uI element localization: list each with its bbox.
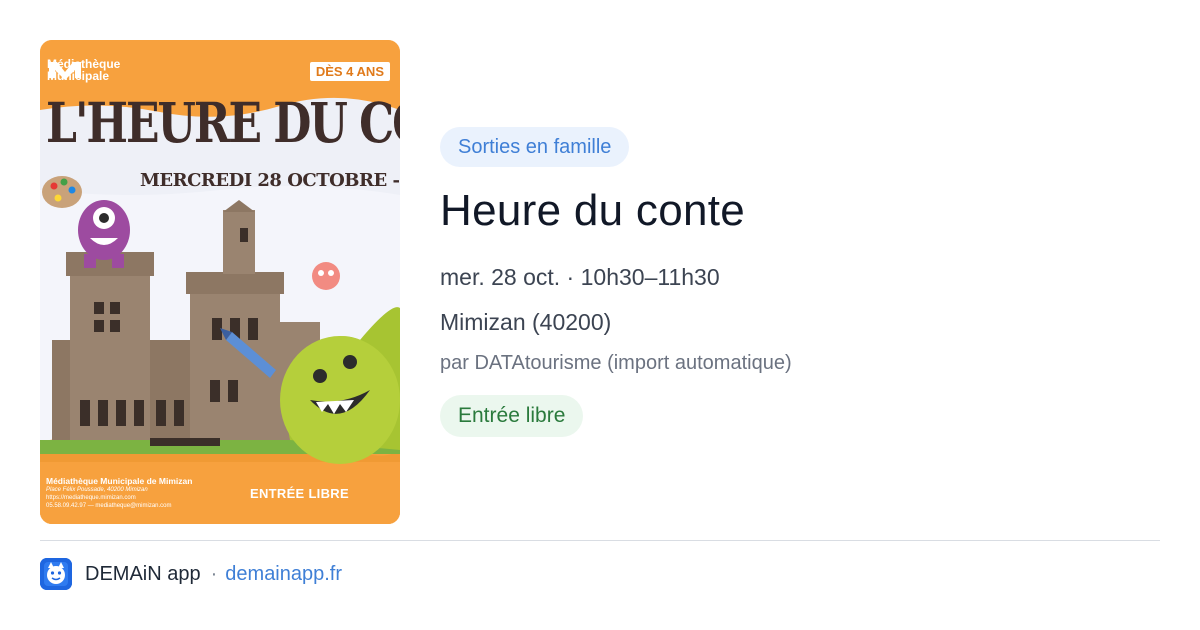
event-location: Mimizan (40200) bbox=[440, 309, 612, 335]
category-badge[interactable]: Sorties en famille bbox=[440, 127, 630, 167]
poster-entry-label: ENTRÉE LIBRE bbox=[250, 486, 349, 501]
app-name: DEMAiN app bbox=[85, 562, 201, 585]
app-website-link[interactable]: demainapp.fr bbox=[225, 563, 342, 586]
event-poster-image: Médiathèque Municipale DÈS 4 ANS L'HEURE… bbox=[40, 40, 400, 524]
footer-separator: · bbox=[210, 562, 218, 585]
price-badge: Entrée libre bbox=[440, 395, 584, 437]
footer: DEMAiN app · demainapp.fr bbox=[40, 558, 342, 590]
poster-headline: L'HEURE DU CONTE bbox=[46, 92, 400, 156]
poster-age-badge: DÈS 4 ANS bbox=[309, 62, 390, 81]
mediatheque-logo-icon bbox=[49, 62, 81, 80]
event-datetime: mer. 28 oct. · 10h30–11h30 bbox=[440, 264, 720, 290]
footer-divider bbox=[40, 540, 1160, 541]
poster-venue-contact: 05.58.09.42.97 — mediatheque@mimizan.com bbox=[46, 503, 172, 509]
demain-app-icon bbox=[40, 558, 72, 590]
poster-date-line: MERCREDI 28 OCTOBRE - 10H30 bbox=[140, 170, 400, 191]
event-title: Heure du conte bbox=[440, 186, 746, 235]
poster-venue-address: Place Félix Poussade, 40200 Mimizan bbox=[46, 487, 148, 493]
poster-logo: Médiathèque Municipale bbox=[47, 58, 120, 82]
poster-venue-web: https://mediatheque.mimizan.com bbox=[46, 495, 136, 501]
event-source: par DATAtourisme (import automatique) bbox=[440, 352, 792, 374]
poster-venue-name: Médiathèque Municipale de Mimizan bbox=[46, 476, 193, 486]
